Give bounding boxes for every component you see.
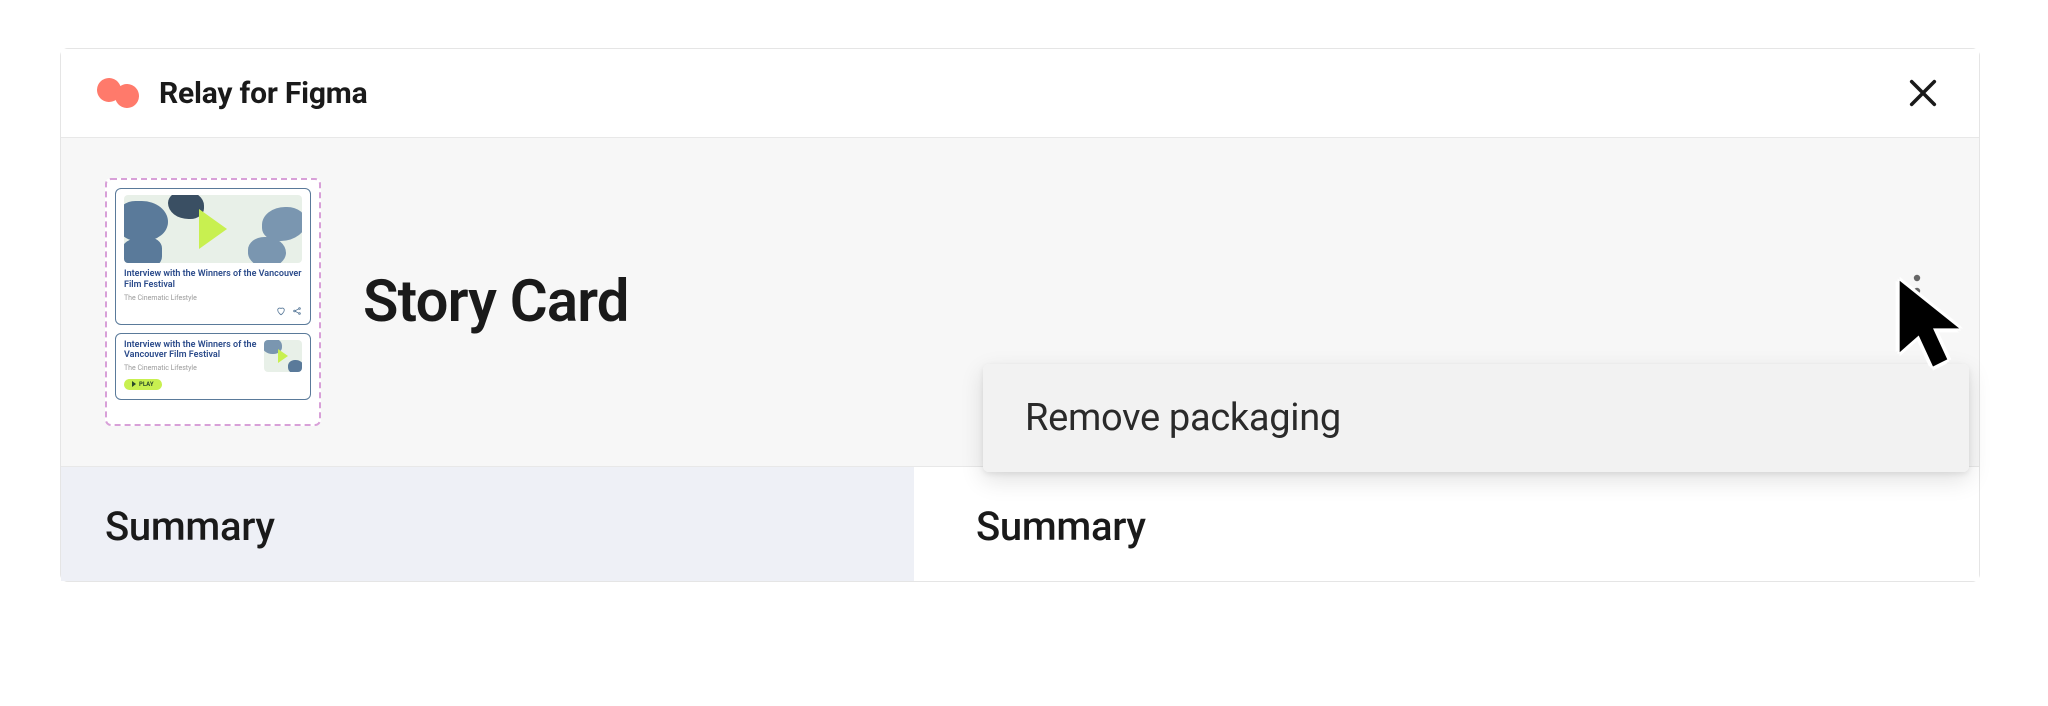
thumbnail-media-small	[264, 340, 302, 372]
share-icon	[292, 306, 302, 316]
relay-panel: Relay for Figma Interview with the Winne…	[60, 48, 1980, 582]
play-icon-small	[278, 349, 288, 363]
thumbnail-media	[124, 195, 302, 263]
component-thumbnail: Interview with the Winners of the Vancou…	[105, 178, 321, 426]
heart-icon	[276, 306, 286, 316]
component-name: Story Card	[363, 268, 629, 336]
thumbnail-card-small: Interview with the Winners of the Vancou…	[115, 333, 311, 401]
thumbnail-card-title: Interview with the Winners of the Vancou…	[124, 269, 302, 291]
thumbnail-card-subtitle-small: The Cinematic Lifestyle	[124, 364, 258, 372]
thumbnail-card-large: Interview with the Winners of the Vancou…	[115, 188, 311, 325]
menu-item-remove-packaging[interactable]: Remove packaging	[983, 364, 1969, 472]
panel-title: Relay for Figma	[159, 76, 367, 111]
close-button[interactable]	[1903, 73, 1943, 113]
play-pill-icon	[132, 381, 136, 387]
panel-header: Relay for Figma	[61, 49, 1979, 138]
play-pill-label: PLAY	[139, 381, 154, 388]
thumbnail-card-title-small: Interview with the Winners of the Vancou…	[124, 340, 258, 362]
tabs-row: Summary Summary	[61, 467, 1979, 581]
header-left: Relay for Figma	[97, 76, 367, 111]
relay-logo-icon	[97, 78, 141, 108]
more-dropdown-menu: Remove packaging	[983, 364, 1969, 472]
thumbnail-card-subtitle: The Cinematic Lifestyle	[124, 294, 302, 302]
more-vertical-icon	[1913, 274, 1921, 308]
tab-summary-left[interactable]: Summary	[61, 467, 914, 581]
play-pill: PLAY	[124, 379, 162, 390]
tab-summary-right[interactable]: Summary	[914, 467, 1979, 581]
thumbnail-actions	[124, 306, 302, 316]
more-menu-button[interactable]	[1899, 267, 1935, 315]
play-icon	[199, 209, 227, 249]
close-icon	[1906, 76, 1940, 110]
